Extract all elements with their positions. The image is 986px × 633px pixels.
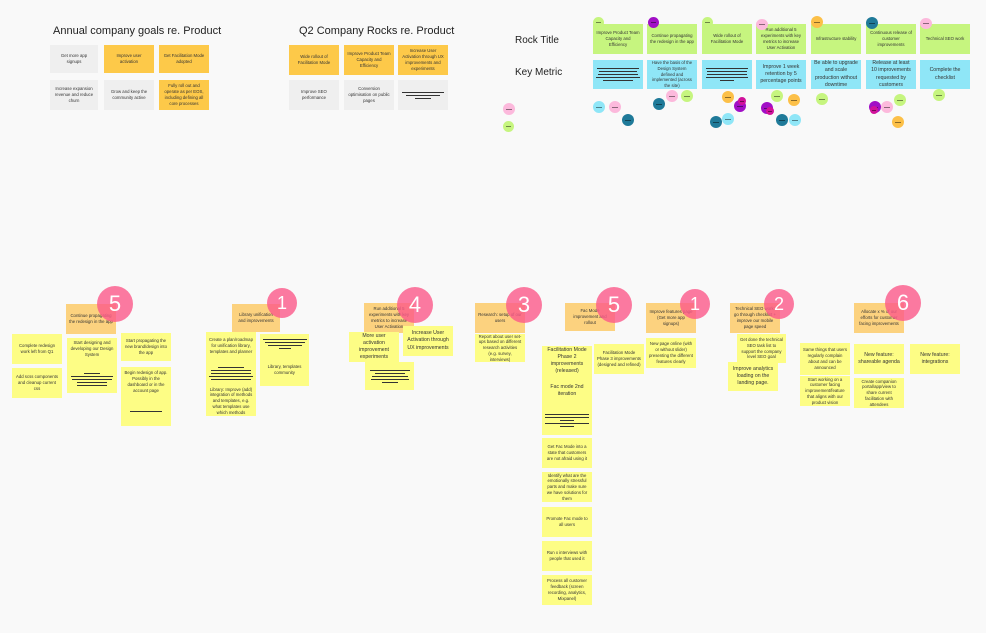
note-card[interactable]: Facilitation Mode Phase 3 improvements (…	[594, 344, 644, 374]
vote-count-badge: 1	[680, 289, 710, 319]
vote-dot[interactable]	[722, 113, 734, 125]
vote-count-badge: 6	[885, 285, 921, 321]
goal-card[interactable]: Grow and keep the community active	[104, 80, 154, 110]
vote-dot[interactable]	[756, 19, 768, 30]
note-card[interactable]: Run x interviews with people that used i…	[542, 541, 592, 571]
note-card[interactable]: Process all customer feedback (screen re…	[542, 575, 592, 605]
rock-card[interactable]: Conversion optimisation on public pages	[344, 80, 394, 110]
vote-dot[interactable]	[816, 93, 828, 105]
vote-dot[interactable]	[666, 90, 678, 102]
vote-count-badge: 5	[596, 287, 632, 323]
note-card[interactable]: Add scss components and cleanup current …	[12, 368, 62, 398]
vote-dot[interactable]	[593, 17, 604, 28]
note-card[interactable]: Facilitation Mode Phase 2 improvements (…	[542, 346, 592, 376]
key-metric-card[interactable]: Improve 1 week retention by 5 percentage…	[756, 60, 806, 89]
vote-dot[interactable]	[609, 101, 621, 113]
key-metric-card-scribble[interactable]	[702, 60, 752, 89]
vote-dot[interactable]	[622, 114, 634, 126]
note-card[interactable]: New page online (with or without slider)…	[646, 338, 696, 368]
rock-title-card[interactable]: Improve Product Team Capacity and Effici…	[593, 24, 643, 54]
key-metric-card[interactable]: Complete the checklist	[920, 60, 970, 89]
goal-card[interactable]: Increase expansion revenue and reduce ch…	[50, 80, 98, 110]
note-card[interactable]: Report about user set-ups based on diffe…	[475, 334, 525, 362]
note-card[interactable]: Complete redesign work left from Q1	[12, 334, 62, 364]
note-card-scribble[interactable]	[260, 334, 309, 354]
vote-count-badge: 1	[267, 288, 297, 318]
vote-dot[interactable]	[648, 17, 659, 28]
rock-card-scribble[interactable]	[398, 80, 448, 110]
q2-rocks-title: Q2 Company Rocks re. Product	[299, 25, 455, 37]
vote-count-badge: 4	[397, 287, 433, 323]
row-label-rock-title: Rock Title	[515, 35, 559, 46]
vote-dot[interactable]	[710, 116, 722, 128]
key-metric-card[interactable]: Be able to upgrade and scale production …	[811, 60, 861, 89]
goal-card[interactable]: Improve user activation	[104, 45, 154, 73]
note-card[interactable]: Increase User Activation through UX impr…	[403, 326, 453, 356]
rock-card[interactable]: Wide rollout of Facilitation Mode	[289, 45, 339, 75]
vote-dot[interactable]	[866, 17, 878, 29]
rock-title-card[interactable]: Wide rollout of Facilitation Mode	[702, 24, 752, 54]
vote-count-badge: 3	[506, 287, 542, 323]
note-card[interactable]: Improve analytics loading on the landing…	[728, 362, 778, 391]
note-card[interactable]: Begin redesign of app. Possibly in the d…	[121, 367, 171, 397]
note-card[interactable]: Promote Fac mode to all users	[542, 507, 592, 537]
goal-card[interactable]: Get more app signups	[50, 45, 98, 73]
key-metric-card[interactable]: Have the basis of the Design System defi…	[647, 60, 697, 89]
annual-goals-title: Annual company goals re. Product	[53, 25, 222, 37]
vote-dot[interactable]	[593, 101, 605, 113]
vote-dot[interactable]	[738, 97, 746, 105]
rock-title-card[interactable]: Continue propagating the redesign in the…	[647, 24, 697, 54]
vote-count-badge: 2	[764, 289, 794, 319]
vote-dot[interactable]	[503, 103, 515, 115]
vote-dot[interactable]	[789, 114, 801, 126]
goal-card[interactable]: Get Facilitation Mode adopted	[159, 45, 209, 73]
rock-card[interactable]: Increase User Activation through UX impr…	[398, 45, 448, 75]
rock-card[interactable]: Improve Product Team Capacity and Effici…	[344, 45, 394, 75]
note-card[interactable]: Start working on a customer facing impro…	[800, 376, 850, 406]
vote-dot[interactable]	[920, 18, 932, 29]
vote-dot[interactable]	[702, 17, 713, 28]
vote-dot[interactable]	[722, 91, 734, 103]
vote-dot[interactable]	[776, 114, 788, 126]
note-card[interactable]: Library, templates community	[260, 354, 309, 386]
vote-dot[interactable]	[653, 98, 665, 110]
note-card-scribble[interactable]	[121, 397, 171, 426]
key-metric-card-scribble[interactable]	[593, 60, 643, 89]
note-card[interactable]: New feature: integrations	[910, 344, 960, 374]
rock-title-card[interactable]: Infrastructure stability	[811, 24, 861, 54]
vote-dot[interactable]	[681, 90, 693, 102]
note-card[interactable]: Get done the technical SEO task list to …	[737, 334, 786, 363]
note-card[interactable]: More user activation improvement experim…	[349, 332, 399, 362]
note-card[interactable]: Create companion portal/app/view to shar…	[854, 378, 904, 408]
note-card-scribble[interactable]	[206, 360, 256, 386]
vote-dot[interactable]	[892, 116, 904, 128]
note-card[interactable]: Identify what are the emotionally stress…	[542, 472, 592, 502]
note-card-scribble[interactable]	[365, 362, 414, 390]
vote-dot[interactable]	[881, 101, 893, 113]
goal-card[interactable]: Fully roll out and operate as per EOS, i…	[159, 80, 209, 110]
vote-count-badge: 5	[97, 286, 133, 322]
vote-dot[interactable]	[771, 90, 783, 102]
vote-dot[interactable]	[788, 94, 800, 106]
note-card-scribble[interactable]	[67, 366, 117, 393]
vote-dot[interactable]	[811, 16, 823, 28]
vote-dot[interactable]	[503, 121, 514, 132]
key-metric-card[interactable]: Release at least 10 improvements request…	[866, 60, 916, 89]
vote-dot[interactable]	[766, 107, 774, 115]
note-card-scribble[interactable]	[542, 406, 592, 435]
vote-dot[interactable]	[870, 106, 878, 114]
rock-card[interactable]: Improve SEO performance	[289, 80, 339, 110]
note-card[interactable]: Create a plan/roadmap for unification li…	[206, 332, 256, 360]
note-card[interactable]: Same things that users regularly complai…	[800, 343, 850, 375]
note-card[interactable]: Start propagating the new brand/design i…	[121, 333, 171, 361]
row-label-key-metric: Key Metric	[515, 67, 563, 78]
note-card[interactable]: Start designing and developing our Desig…	[67, 338, 117, 368]
note-card[interactable]: Library: Improve (add) integration of me…	[206, 386, 256, 416]
vote-dot[interactable]	[894, 94, 906, 106]
note-card[interactable]: New feature: shareable agenda	[854, 344, 904, 374]
vote-dot[interactable]	[933, 89, 945, 101]
note-card[interactable]: Fac mode 2nd iteration	[542, 376, 592, 406]
note-card[interactable]: Get Fac Mode into a state that customers…	[542, 438, 592, 468]
